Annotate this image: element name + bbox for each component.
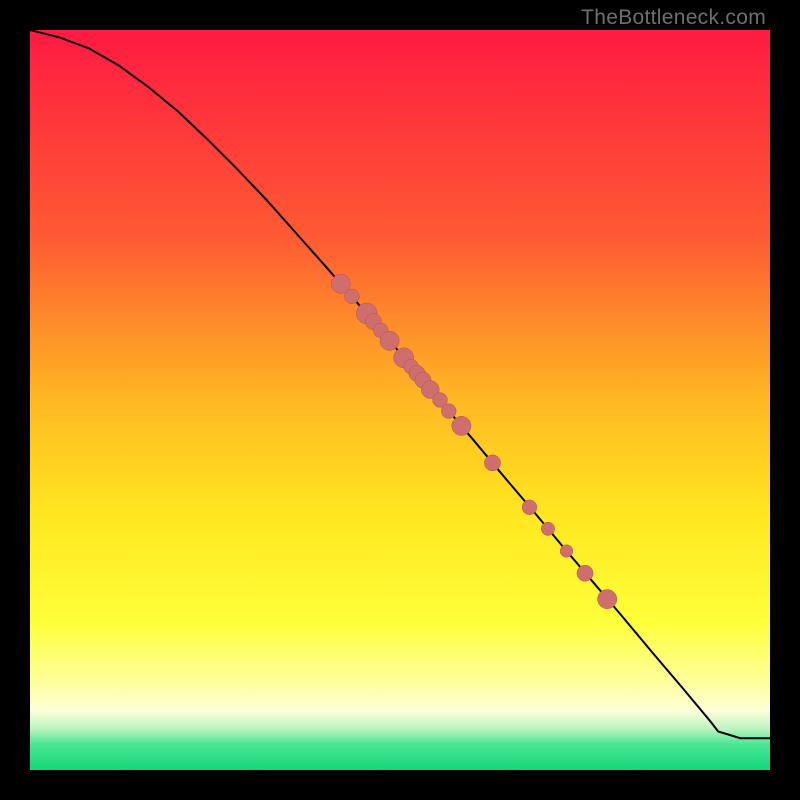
data-point	[541, 522, 554, 535]
data-point	[441, 404, 456, 419]
data-point	[577, 565, 593, 581]
data-point	[380, 331, 399, 350]
data-point	[522, 500, 537, 515]
chart-frame: TheBottleneck.com	[0, 0, 800, 800]
watermark-text: TheBottleneck.com	[581, 6, 766, 30]
data-point	[452, 416, 471, 435]
data-point	[345, 289, 360, 304]
data-point	[598, 590, 617, 609]
data-point	[560, 545, 573, 558]
plot-area	[30, 30, 770, 770]
data-point	[484, 455, 500, 471]
chart-svg	[30, 30, 770, 770]
curve-line	[30, 30, 770, 738]
